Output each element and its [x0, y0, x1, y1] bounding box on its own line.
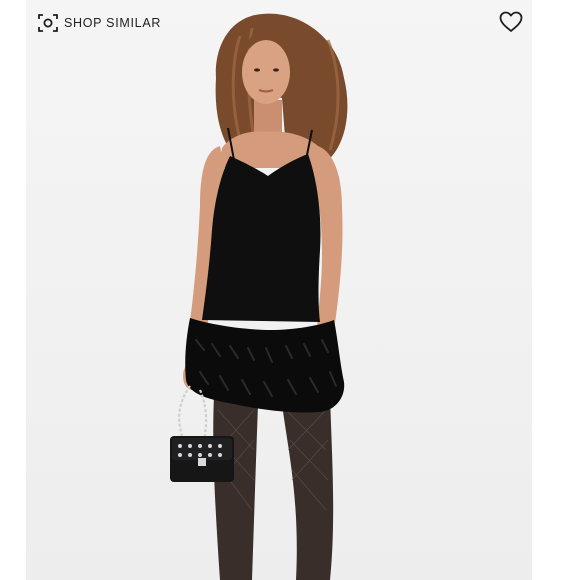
product-photo[interactable] [26, 0, 532, 580]
visual-search-icon [38, 13, 58, 33]
favorite-button[interactable] [498, 10, 524, 34]
right-margin [532, 0, 580, 580]
shop-similar-button[interactable]: SHOP SIMILAR [38, 12, 161, 34]
heart-outline-icon [499, 11, 523, 32]
shop-similar-label: SHOP SIMILAR [64, 16, 162, 30]
left-margin [0, 0, 26, 580]
product-page: SHOP SIMILAR [0, 0, 580, 580]
